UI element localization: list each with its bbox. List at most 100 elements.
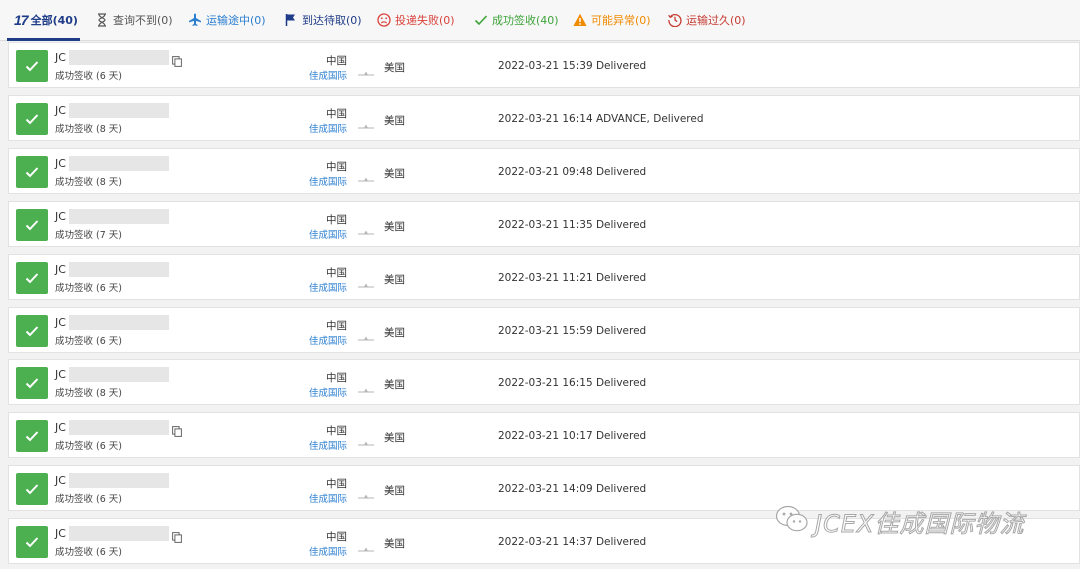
route-plane-icon [358, 327, 374, 346]
tab-all[interactable]: 17 全部(40) [14, 0, 78, 40]
tracking-number[interactable]: JC [55, 474, 66, 487]
destination-country: 美国 [384, 432, 405, 444]
tab-not-found[interactable]: 查询不到(0) [95, 0, 173, 40]
carrier-link[interactable]: 佳成国际 [309, 544, 347, 558]
delivered-check-icon[interactable] [16, 50, 48, 82]
route-plane-icon [358, 538, 374, 557]
route-plane-icon [358, 115, 374, 134]
delivered-check-icon[interactable] [16, 473, 48, 505]
flag-icon [284, 13, 298, 27]
tab-expired[interactable]: 运输过久(0) [668, 0, 746, 40]
latest-event[interactable]: 2022-03-21 16:15 Delivered [498, 377, 646, 389]
tab-in-transit[interactable]: 运输途中(0) [188, 0, 266, 40]
shipment-row[interactable]: JC 成功签收 (6 天) 中国 佳成国际 美国 2022-03-21 15:5… [8, 307, 1080, 353]
tab-not-found-label: 查询不到(0) [113, 14, 173, 27]
delivery-status: 成功签收 (6 天) [55, 494, 122, 505]
delivered-check-icon[interactable] [16, 209, 48, 241]
carrier-link[interactable]: 佳成国际 [309, 385, 347, 399]
latest-event[interactable]: 2022-03-21 15:59 Delivered [498, 325, 646, 337]
destination-country: 美国 [384, 221, 405, 233]
watermark-text: JCEX佳成国际物流 [814, 509, 1025, 538]
origin-country: 中国 [326, 372, 347, 384]
carrier-link[interactable]: 佳成国际 [309, 68, 347, 82]
origin-country: 中国 [326, 108, 347, 120]
tab-undelivered[interactable]: 投递失败(0) [377, 0, 455, 40]
tab-all-label: 全部(40) [30, 14, 78, 27]
origin-country: 中国 [326, 425, 347, 437]
latest-event[interactable]: 2022-03-21 09:48 Delivered [498, 166, 646, 178]
copy-icon[interactable] [172, 52, 182, 71]
tracking-number-redaction [69, 156, 169, 171]
origin-country: 中国 [326, 320, 347, 332]
carrier-link[interactable]: 佳成国际 [309, 174, 347, 188]
tracking-number[interactable]: JC [55, 157, 66, 170]
17track-logo: 17 [14, 12, 29, 28]
carrier-link[interactable]: 佳成国际 [309, 438, 347, 452]
origin-country: 中国 [326, 214, 347, 226]
delivered-check-icon[interactable] [16, 262, 48, 294]
tracking-number[interactable]: JC [55, 210, 66, 223]
route-plane-icon [358, 485, 374, 504]
copy-icon[interactable] [172, 528, 182, 547]
delivered-check-icon[interactable] [16, 367, 48, 399]
latest-event[interactable]: 2022-03-21 11:35 Delivered [498, 219, 646, 231]
warning-triangle-icon [573, 13, 587, 27]
tab-alert[interactable]: 可能异常(0) [573, 0, 651, 40]
checkmark-icon [474, 13, 488, 27]
route-plane-icon [358, 274, 374, 293]
shipment-row[interactable]: JC 成功签收 (8 天) 中国 佳成国际 美国 2022-03-21 09:4… [8, 148, 1080, 194]
tracking-number-redaction [69, 50, 169, 65]
destination-country: 美国 [384, 274, 405, 286]
delivered-check-icon[interactable] [16, 315, 48, 347]
tab-delivered[interactable]: 成功签收(40) [474, 0, 559, 40]
delivered-check-icon[interactable] [16, 420, 48, 452]
delivered-check-icon[interactable] [16, 156, 48, 188]
tracking-number[interactable]: JC [55, 263, 66, 276]
tab-pickup[interactable]: 到达待取(0) [284, 0, 362, 40]
route-plane-icon [358, 62, 374, 81]
shipment-row[interactable]: JC 成功签收 (6 天) 中国 佳成国际 美国 2022-03-21 10:1… [8, 412, 1080, 458]
carrier-link[interactable]: 佳成国际 [309, 227, 347, 241]
shipment-row[interactable]: JC 成功签收 (7 天) 中国 佳成国际 美国 2022-03-21 11:3… [8, 201, 1080, 247]
tracking-number[interactable]: JC [55, 104, 66, 117]
carrier-link[interactable]: 佳成国际 [309, 121, 347, 135]
delivery-status: 成功签收 (6 天) [55, 336, 122, 347]
delivery-status: 成功签收 (8 天) [55, 177, 122, 188]
route-plane-icon [358, 379, 374, 398]
delivery-status: 成功签收 (6 天) [55, 71, 122, 82]
carrier-link[interactable]: 佳成国际 [309, 491, 347, 505]
latest-event[interactable]: 2022-03-21 14:09 Delivered [498, 483, 646, 495]
tracking-number[interactable]: JC [55, 421, 66, 434]
destination-country: 美国 [384, 62, 405, 74]
shipment-row[interactable]: JC 成功签收 (6 天) 中国 佳成国际 美国 2022-03-21 15:3… [8, 42, 1080, 88]
delivered-check-icon[interactable] [16, 103, 48, 135]
latest-event[interactable]: 2022-03-21 11:21 Delivered [498, 272, 646, 284]
copy-icon[interactable] [172, 422, 182, 441]
latest-event[interactable]: 2022-03-21 15:39 Delivered [498, 60, 646, 72]
latest-event[interactable]: 2022-03-21 16:14 ADVANCE, Delivered [498, 113, 704, 125]
tab-undelivered-label: 投递失败(0) [395, 14, 455, 27]
tab-alert-label: 可能异常(0) [591, 14, 651, 27]
delivery-status: 成功签收 (6 天) [55, 441, 122, 452]
shipment-row[interactable]: JC 成功签收 (6 天) 中国 佳成国际 美国 2022-03-21 11:2… [8, 254, 1080, 300]
route-plane-icon [358, 168, 374, 187]
carrier-link[interactable]: 佳成国际 [309, 333, 347, 347]
tracking-number-redaction [69, 420, 169, 435]
delivery-status: 成功签收 (8 天) [55, 388, 122, 399]
route-plane-icon [358, 432, 374, 451]
tracking-number[interactable]: JC [55, 51, 66, 64]
tracking-number[interactable]: JC [55, 368, 66, 381]
carrier-link[interactable]: 佳成国际 [309, 280, 347, 294]
delivered-check-icon[interactable] [16, 526, 48, 558]
destination-country: 美国 [384, 327, 405, 339]
latest-event[interactable]: 2022-03-21 14:37 Delivered [498, 536, 646, 548]
shipment-row[interactable]: JC 成功签收 (8 天) 中国 佳成国际 美国 2022-03-21 16:1… [8, 359, 1080, 405]
tab-expired-label: 运输过久(0) [686, 14, 746, 27]
latest-event[interactable]: 2022-03-21 10:17 Delivered [498, 430, 646, 442]
delivery-status: 成功签收 (6 天) [55, 283, 122, 294]
tracking-number[interactable]: JC [55, 316, 66, 329]
shipment-row[interactable]: JC 成功签收 (8 天) 中国 佳成国际 美国 2022-03-21 16:1… [8, 95, 1080, 141]
active-tab-indicator [7, 38, 80, 41]
tracking-number[interactable]: JC [55, 527, 66, 540]
delivery-status: 成功签收 (8 天) [55, 124, 122, 135]
